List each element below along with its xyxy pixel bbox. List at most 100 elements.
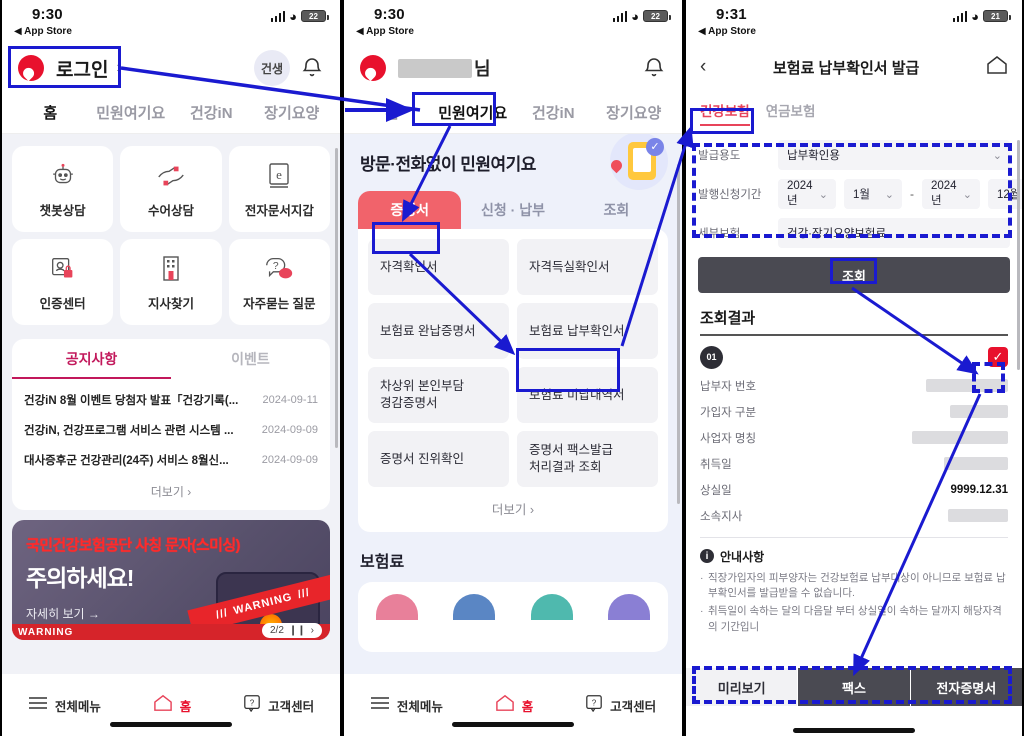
detail-insurance-select[interactable]: 건강·장기요양보험료 ⌄ — [778, 218, 1010, 248]
status-indicators: ◕ 22 — [270, 8, 329, 24]
premium-pill-3[interactable] — [530, 594, 573, 620]
bottom-nav-home[interactable]: 홈 — [153, 694, 191, 717]
quick-item-sign-language[interactable]: 수어상담 — [120, 146, 222, 232]
period-to-year-select[interactable]: 2024년 ⌄ — [922, 179, 980, 209]
quick-item-e-document[interactable]: e 전자문서지갑 — [228, 146, 330, 232]
chevron-right-icon[interactable]: › — [311, 625, 314, 636]
quick-item-label: 지사찾기 — [147, 297, 194, 311]
preview-button[interactable]: 미리보기 — [686, 668, 798, 706]
user-name-masked — [398, 58, 472, 78]
search-button[interactable]: 조회 — [698, 257, 1010, 293]
cert-item-full-payment[interactable]: 보험료 완납증명서 — [368, 303, 509, 359]
tab-notice[interactable]: 공지사항 — [12, 349, 171, 379]
quick-item-cert-center[interactable]: 인증센터 — [12, 239, 114, 325]
fax-button[interactable]: 팩스 — [797, 668, 910, 706]
purpose-select[interactable]: 납부확인용 ⌄ — [778, 140, 1010, 170]
home-icon[interactable] — [986, 54, 1008, 81]
panel-minwon-screen: 9:30 ◀ App Store ◕ 22 님 홈 민원여기요 건강iN 장기요… — [344, 0, 682, 736]
tab-home[interactable]: 홈 — [10, 102, 91, 123]
battery-icon: 21 — [983, 10, 1011, 22]
scrollbar[interactable] — [1017, 140, 1020, 370]
check-badge-icon: ✓ — [646, 138, 664, 156]
scrollbar[interactable] — [335, 148, 338, 448]
e-certificate-button[interactable]: 전자증명서 — [909, 668, 1022, 706]
status-back-to-appstore[interactable]: ◀ App Store — [356, 26, 414, 37]
bell-icon[interactable] — [642, 56, 666, 80]
cert-item-payment-confirmation[interactable]: 보험료 납부확인서 — [517, 303, 658, 359]
hamburger-icon — [370, 696, 390, 715]
notice-tabs: 공지사항 이벤트 — [12, 349, 330, 379]
tab-minwon[interactable]: 민원여기요 — [91, 102, 172, 123]
wifi-icon: ◕ — [289, 8, 297, 24]
tab-health-insurance[interactable]: 건강보험 — [700, 100, 750, 126]
bottom-nav-customer-center[interactable]: ? 고객센터 — [243, 694, 314, 717]
header-actions — [642, 56, 666, 80]
from-year-value: 2024년 — [787, 180, 813, 207]
row-value-masked — [926, 379, 1008, 392]
quick-item-branch-finder[interactable]: 지사찾기 — [120, 239, 222, 325]
bell-icon[interactable] — [300, 56, 324, 80]
quick-item-chatbot[interactable]: 챗봇상담 — [12, 146, 114, 232]
page-title: 보험료 납부확인서 발급 — [772, 59, 920, 77]
quick-menu-grid: 챗봇상담 수어상담 e 전자문서지갑 인증센터 지사찾기 ? 자주묻는 질문 — [2, 134, 340, 329]
quick-item-faq[interactable]: ? 자주묻는 질문 — [228, 239, 330, 325]
smishing-warning-banner[interactable]: 국민건강보험공단 사칭 문자(스미싱) 주의하세요! 자세히 보기 → WARN… — [12, 520, 330, 640]
banner-pager[interactable]: 2/2 ❙❙ › — [261, 623, 322, 638]
purpose-value: 납부확인용 — [787, 150, 840, 162]
segment-certificate[interactable]: 증명서 — [358, 191, 462, 229]
list-item[interactable]: 건강iN 8월 이벤트 당첨자 발표「건강기록(... 2024-09-11 — [24, 385, 318, 415]
notice-title: 건강iN, 건강프로그램 서비스 관련 시스템 ... — [24, 425, 234, 437]
avatar[interactable]: 건생 — [254, 50, 290, 86]
result-checkbox[interactable]: ✓ — [988, 347, 1008, 367]
list-item[interactable]: 건강iN, 건강프로그램 서비스 관련 시스템 ... 2024-09-09 — [24, 415, 318, 445]
login-label[interactable]: 로그인 — [56, 55, 108, 82]
scrollbar[interactable] — [677, 164, 680, 504]
cert-item-fax-result[interactable]: 증명서 팩스발급 처리결과 조회 — [517, 431, 658, 487]
banner-page-count: 2/2 — [269, 625, 284, 636]
bottom-nav-home[interactable]: 홈 — [495, 694, 534, 717]
cellular-signal-icon — [952, 10, 968, 22]
bottom-nav-all-menu[interactable]: 전체메뉴 — [28, 696, 101, 715]
notice-more-button[interactable]: 더보기 › — [12, 475, 330, 506]
table-row: 납부자 번호 — [686, 373, 1022, 399]
minwon-body: 방문·전화없이 민원여기요 ✓ 증명서 신청 · 납부 조회 자격확인서 자격득… — [344, 134, 682, 736]
tab-gangin[interactable]: 건강iN — [513, 102, 594, 123]
bottom-nav-customer-center[interactable]: ? 고객센터 — [585, 694, 656, 717]
tab-pension-insurance[interactable]: 연금보험 — [766, 100, 816, 126]
period-from-year-select[interactable]: 2024년 ⌄ — [778, 179, 836, 209]
tab-minwon[interactable]: 민원여기요 — [433, 102, 514, 123]
bottom-nav-all-menu[interactable]: 전체메뉴 — [370, 696, 443, 715]
cert-item-acquisition-loss[interactable]: 자격득실확인서 — [517, 239, 658, 295]
cert-item-unpaid-details[interactable]: 보험료 미납내역서 — [517, 367, 658, 423]
tab-gangin[interactable]: 건강iN — [171, 102, 252, 123]
status-back-to-appstore[interactable]: ◀ App Store — [14, 26, 72, 37]
panel-home-screen: 9:30 ◀ App Store ◕ 22 로그인 › 건생 홈 민원여기요 건… — [2, 0, 340, 736]
tab-longterm-care[interactable]: 장기요양 — [252, 102, 333, 123]
segment-apply-pay[interactable]: 신청 · 납부 — [461, 191, 564, 229]
notice-date: 2024-09-09 — [261, 454, 318, 466]
tab-home[interactable]: 홈 — [352, 102, 433, 123]
cert-item-copay-reduction[interactable]: 차상위 본인부담 경감증명서 — [368, 367, 509, 423]
certificate-more-button[interactable]: 더보기 › — [368, 487, 658, 522]
status-bar: 9:30 ◀ App Store ◕ 22 — [344, 0, 682, 44]
svg-text:e: e — [276, 167, 282, 182]
chevron-right-icon[interactable]: › — [116, 59, 121, 77]
battery-level: 21 — [991, 11, 1000, 21]
tab-longterm-care[interactable]: 장기요양 — [594, 102, 675, 123]
period-from-month-select[interactable]: 1월 ⌄ — [844, 179, 902, 209]
pause-icon[interactable]: ❙❙ — [289, 625, 306, 636]
segment-inquiry[interactable]: 조회 — [565, 191, 668, 229]
cert-item-qualification[interactable]: 자격확인서 — [368, 239, 509, 295]
status-back-to-appstore[interactable]: ◀ App Store — [698, 26, 756, 37]
tab-event[interactable]: 이벤트 — [171, 349, 330, 379]
premium-pill-4[interactable] — [608, 594, 651, 620]
svg-text:?: ? — [273, 261, 279, 272]
cert-item-authenticity-check[interactable]: 증명서 진위확인 — [368, 431, 509, 487]
form-row-purpose: 발급용도 납부확인용 ⌄ — [698, 140, 1010, 170]
premium-pill-2[interactable] — [453, 594, 496, 620]
info-item: 직장가입자의 피부양자는 건강보험료 납부대상이 아니므로 보험료 납부확인서를… — [686, 569, 1022, 603]
list-item[interactable]: 대사증후군 건강관리(24주) 서비스 8월신... 2024-09-09 — [24, 445, 318, 475]
premium-pill-1[interactable] — [375, 594, 418, 620]
row-key: 납부자 번호 — [700, 380, 757, 393]
bottom-nav-label: 홈 — [521, 699, 534, 714]
